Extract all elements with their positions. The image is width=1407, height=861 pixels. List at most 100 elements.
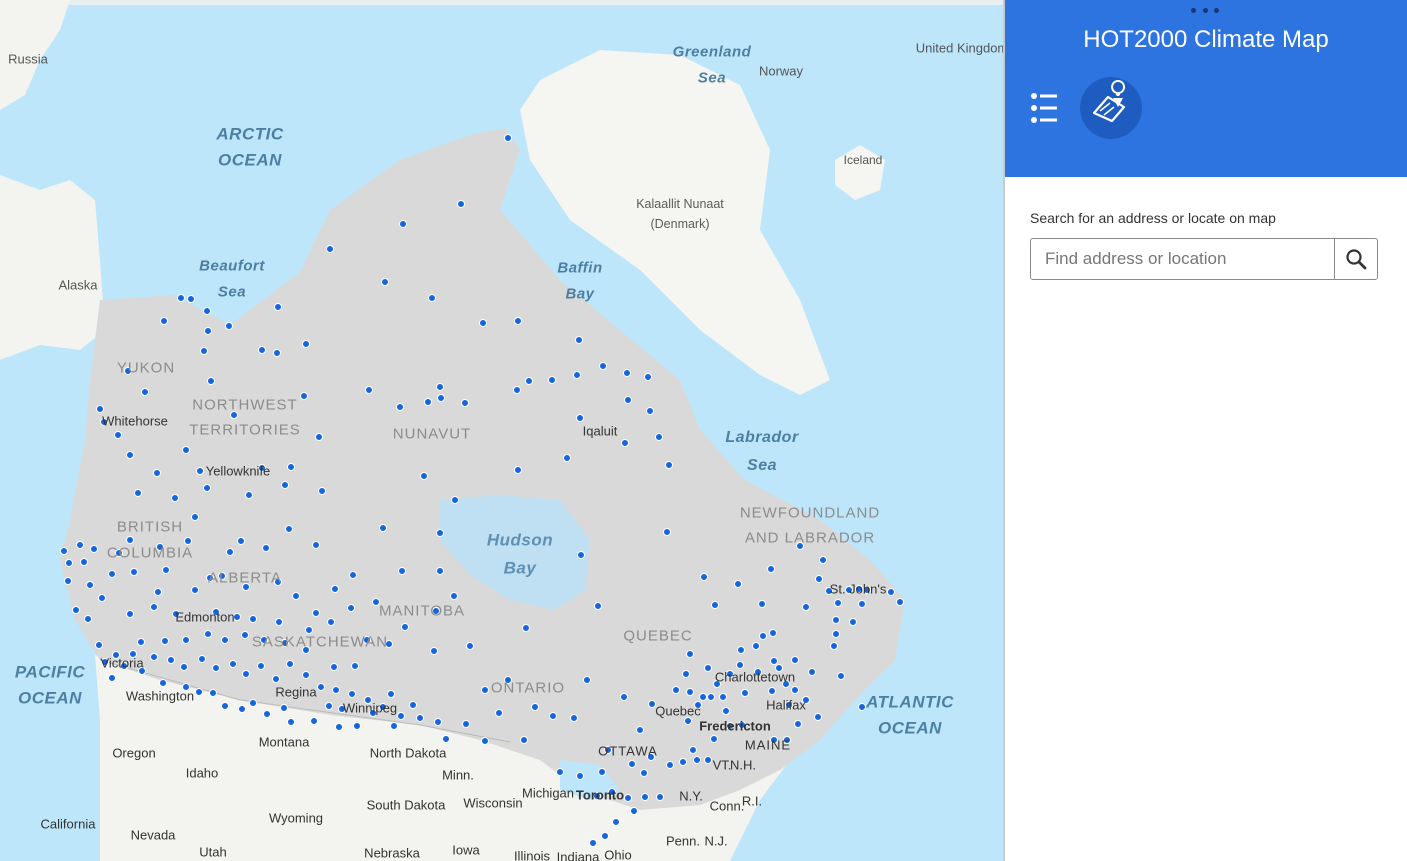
station-marker[interactable] bbox=[198, 655, 206, 663]
station-marker[interactable] bbox=[221, 702, 229, 710]
station-marker[interactable] bbox=[525, 377, 533, 385]
station-marker[interactable] bbox=[130, 568, 138, 576]
station-marker[interactable] bbox=[887, 588, 895, 596]
station-marker[interactable] bbox=[292, 592, 300, 600]
station-marker[interactable] bbox=[242, 670, 250, 678]
station-marker[interactable] bbox=[200, 347, 208, 355]
station-marker[interactable] bbox=[504, 134, 512, 142]
station-marker[interactable] bbox=[401, 623, 409, 631]
station-marker[interactable] bbox=[317, 683, 325, 691]
station-marker[interactable] bbox=[481, 686, 489, 694]
station-marker[interactable] bbox=[353, 722, 361, 730]
station-marker[interactable] bbox=[623, 369, 631, 377]
station-marker[interactable] bbox=[741, 689, 749, 697]
station-marker[interactable] bbox=[349, 571, 357, 579]
station-marker[interactable] bbox=[549, 712, 557, 720]
station-marker[interactable] bbox=[420, 472, 428, 480]
station-marker[interactable] bbox=[758, 600, 766, 608]
station-marker[interactable] bbox=[203, 484, 211, 492]
station-marker[interactable] bbox=[624, 794, 632, 802]
station-marker[interactable] bbox=[229, 660, 237, 668]
station-marker[interactable] bbox=[802, 603, 810, 611]
station-marker[interactable] bbox=[272, 675, 280, 683]
station-marker[interactable] bbox=[686, 650, 694, 658]
station-marker[interactable] bbox=[679, 758, 687, 766]
station-marker[interactable] bbox=[84, 615, 92, 623]
station-marker[interactable] bbox=[719, 693, 727, 701]
station-marker[interactable] bbox=[451, 496, 459, 504]
station-marker[interactable] bbox=[704, 756, 712, 764]
station-marker[interactable] bbox=[348, 690, 356, 698]
station-marker[interactable] bbox=[556, 768, 564, 776]
station-marker[interactable] bbox=[80, 558, 88, 566]
station-marker[interactable] bbox=[672, 686, 680, 694]
station-marker[interactable] bbox=[65, 559, 73, 567]
station-marker[interactable] bbox=[126, 610, 134, 618]
station-marker[interactable] bbox=[665, 461, 673, 469]
station-marker[interactable] bbox=[191, 586, 199, 594]
station-marker[interactable] bbox=[249, 699, 257, 707]
station-marker[interactable] bbox=[160, 317, 168, 325]
station-marker[interactable] bbox=[416, 714, 424, 722]
station-marker[interactable] bbox=[700, 573, 708, 581]
station-marker[interactable] bbox=[387, 690, 395, 698]
station-marker[interactable] bbox=[167, 656, 175, 664]
station-marker[interactable] bbox=[204, 327, 212, 335]
map-view[interactable]: ARCTIC OCEAN PACIFIC OCEAN ATLANTIC OCEA… bbox=[0, 0, 1003, 861]
station-marker[interactable] bbox=[832, 616, 840, 624]
station-marker[interactable] bbox=[834, 599, 842, 607]
station-marker[interactable] bbox=[281, 481, 289, 489]
station-marker[interactable] bbox=[514, 466, 522, 474]
station-marker[interactable] bbox=[636, 726, 644, 734]
station-marker[interactable] bbox=[237, 537, 245, 545]
station-marker[interactable] bbox=[257, 662, 265, 670]
station-marker[interactable] bbox=[312, 541, 320, 549]
station-marker[interactable] bbox=[326, 245, 334, 253]
station-marker[interactable] bbox=[644, 373, 652, 381]
station-marker[interactable] bbox=[241, 631, 249, 639]
station-marker[interactable] bbox=[612, 818, 620, 826]
station-marker[interactable] bbox=[583, 676, 591, 684]
station-marker[interactable] bbox=[513, 386, 521, 394]
station-marker[interactable] bbox=[710, 735, 718, 743]
station-marker[interactable] bbox=[90, 545, 98, 553]
station-marker[interactable] bbox=[752, 642, 760, 650]
station-marker[interactable] bbox=[837, 672, 845, 680]
station-marker[interactable] bbox=[226, 548, 234, 556]
station-marker[interactable] bbox=[221, 636, 229, 644]
station-marker[interactable] bbox=[689, 746, 697, 754]
station-marker[interactable] bbox=[704, 664, 712, 672]
station-marker[interactable] bbox=[351, 662, 359, 670]
station-marker[interactable] bbox=[640, 769, 648, 777]
station-marker[interactable] bbox=[274, 303, 282, 311]
station-marker[interactable] bbox=[137, 638, 145, 646]
station-marker[interactable] bbox=[305, 626, 313, 634]
station-marker[interactable] bbox=[64, 577, 72, 585]
station-marker[interactable] bbox=[436, 529, 444, 537]
station-marker[interactable] bbox=[182, 636, 190, 644]
station-marker[interactable] bbox=[379, 524, 387, 532]
station-marker[interactable] bbox=[663, 528, 671, 536]
station-marker[interactable] bbox=[381, 278, 389, 286]
station-marker[interactable] bbox=[479, 319, 487, 327]
station-marker[interactable] bbox=[98, 594, 106, 602]
station-marker[interactable] bbox=[434, 718, 442, 726]
station-marker[interactable] bbox=[576, 414, 584, 422]
station-marker[interactable] bbox=[769, 629, 777, 637]
station-marker[interactable] bbox=[141, 388, 149, 396]
station-marker[interactable] bbox=[656, 793, 664, 801]
station-marker[interactable] bbox=[520, 736, 528, 744]
station-marker[interactable] bbox=[599, 362, 607, 370]
station-marker[interactable] bbox=[814, 713, 822, 721]
locate-button[interactable] bbox=[1080, 77, 1142, 139]
station-marker[interactable] bbox=[207, 377, 215, 385]
station-marker[interactable] bbox=[153, 469, 161, 477]
station-marker[interactable] bbox=[594, 602, 602, 610]
station-marker[interactable] bbox=[630, 807, 638, 815]
station-marker[interactable] bbox=[461, 399, 469, 407]
station-marker[interactable] bbox=[428, 294, 436, 302]
station-marker[interactable] bbox=[711, 601, 719, 609]
station-marker[interactable] bbox=[682, 670, 690, 678]
station-marker[interactable] bbox=[628, 760, 636, 768]
station-marker[interactable] bbox=[126, 536, 134, 544]
